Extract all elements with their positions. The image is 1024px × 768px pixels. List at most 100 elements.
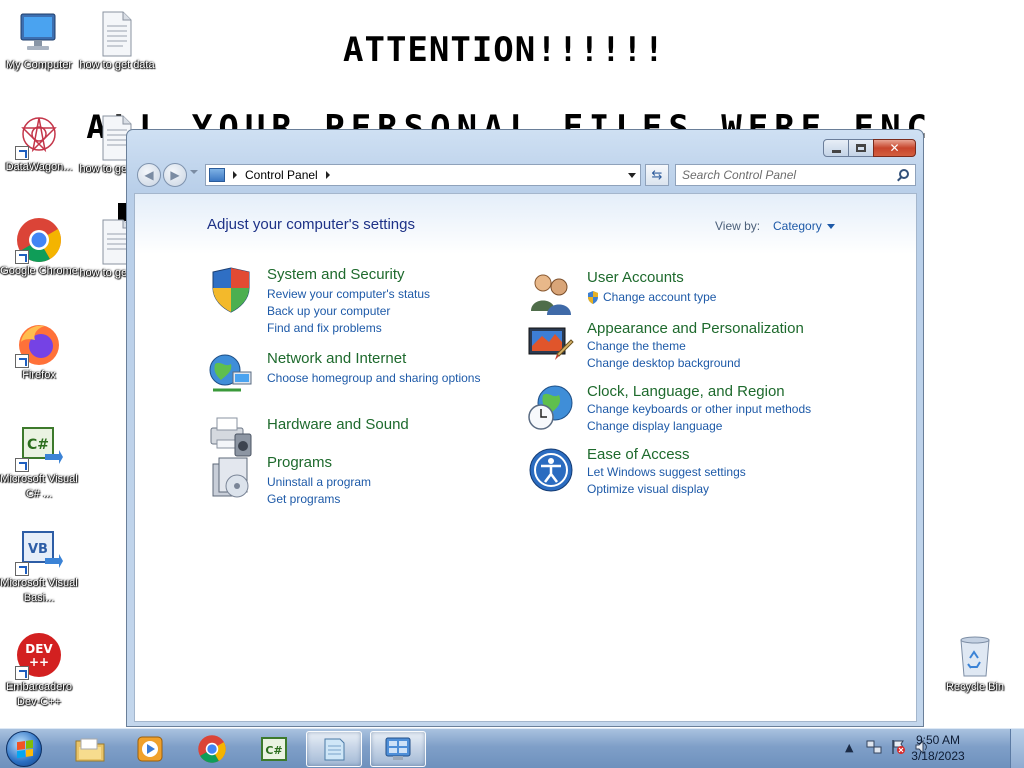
clock-date: 3/18/2023 <box>911 749 965 763</box>
wallpaper-title: ATTENTION!!!!!! <box>343 30 666 70</box>
address-bar[interactable]: Control Panel <box>205 164 641 186</box>
desktop-icon-label: Microsoft Visual Basi... <box>0 577 78 604</box>
category-title[interactable]: Programs <box>267 454 332 471</box>
desktop-icon-label: Microsoft Visual C# ... <box>0 473 78 500</box>
taskbar-notepad[interactable] <box>306 731 362 767</box>
caption-buttons: ✕ <box>823 139 916 157</box>
search-input[interactable] <box>676 165 886 185</box>
desktop-icon-label: Firefox <box>22 369 56 381</box>
shortcut-arrow-icon <box>15 250 29 264</box>
breadcrumb-arrow-icon[interactable] <box>325 171 330 179</box>
link-homegroup[interactable]: Choose homegroup and sharing options <box>267 371 480 385</box>
back-button[interactable]: ◀ <box>137 163 161 187</box>
clock-globe-icon <box>527 383 575 431</box>
category-title[interactable]: Ease of Access <box>587 446 690 463</box>
link-find-fix-problems[interactable]: Find and fix problems <box>267 321 382 335</box>
desktop-icon-dev-cpp[interactable]: DEV ++ Embarcadero Dev-C++ <box>0 632 78 710</box>
link-change-theme[interactable]: Change the theme <box>587 339 686 353</box>
link-review-status[interactable]: Review your computer's status <box>267 287 430 301</box>
category-title[interactable]: Clock, Language, and Region <box>587 383 785 400</box>
category-title[interactable]: User Accounts <box>587 269 684 286</box>
maximize-icon <box>856 144 866 152</box>
maximize-button[interactable] <box>848 139 874 157</box>
recycle-bin-icon <box>951 632 999 680</box>
control-panel-window[interactable]: ✕ ◀ ▶ Control Panel ⇆ Adjust your comput… <box>126 129 924 727</box>
network-tray-icon[interactable] <box>866 739 882 755</box>
desktop-icon-visual-basic[interactable]: VB Microsoft Visual Basi... <box>0 528 78 606</box>
category-appearance: Appearance and Personalization Change th… <box>527 320 847 375</box>
svg-text:C#: C# <box>265 744 282 757</box>
recent-pages-dropdown[interactable] <box>190 170 198 174</box>
close-icon: ✕ <box>889 141 900 155</box>
link-let-windows-suggest[interactable]: Let Windows suggest settings <box>587 465 746 479</box>
category-title[interactable]: Appearance and Personalization <box>587 320 804 337</box>
show-hidden-icons-button[interactable]: ▲ <box>845 741 853 754</box>
svg-text:VB: VB <box>28 542 48 557</box>
visual-basic-icon: VB <box>15 528 63 576</box>
link-change-keyboards[interactable]: Change keyboards or other input methods <box>587 402 811 416</box>
taskbar-control-panel[interactable] <box>370 731 426 767</box>
address-dropdown-icon[interactable] <box>628 173 636 178</box>
back-arrow-icon: ◀ <box>144 168 154 182</box>
desktop-icon-google-chrome[interactable]: Google Chrome <box>0 216 78 279</box>
category-title[interactable]: Network and Internet <box>267 350 406 367</box>
close-button[interactable]: ✕ <box>873 139 916 157</box>
control-panel-icon <box>385 737 411 760</box>
breadcrumb-arrow-icon[interactable] <box>233 171 237 179</box>
link-back-up[interactable]: Back up your computer <box>267 304 390 318</box>
link-optimize-visual-display[interactable]: Optimize visual display <box>587 482 709 496</box>
taskbar-chrome[interactable] <box>184 731 240 767</box>
taskbar-visual-csharp[interactable]: C# <box>246 731 302 767</box>
category-hardware-and-sound: Hardware and Sound <box>207 410 507 460</box>
forward-button[interactable]: ▶ <box>163 163 187 187</box>
minimize-icon <box>831 149 841 153</box>
taskbar-windows-explorer[interactable] <box>62 731 118 767</box>
link-change-display-language[interactable]: Change display language <box>587 419 722 433</box>
svg-text:++: ++ <box>29 655 49 669</box>
shortcut-arrow-icon <box>15 562 29 576</box>
desktop-icon-datawagon[interactable]: DataWagon... <box>0 112 78 175</box>
category-title[interactable]: Hardware and Sound <box>267 416 409 433</box>
desktop-icon-recycle-bin[interactable]: Recycle Bin <box>936 632 1014 695</box>
shortcut-arrow-icon <box>15 458 29 472</box>
taskbar: C# ▲ 9:50 AM 3/18/2023 <box>0 728 1024 768</box>
chrome-icon <box>15 216 63 264</box>
devcpp-icon: DEV ++ <box>15 632 63 680</box>
page-title: Adjust your computer's settings <box>207 216 415 233</box>
folder-icon <box>75 738 105 762</box>
link-uninstall-program[interactable]: Uninstall a program <box>267 475 371 489</box>
chevron-down-icon[interactable] <box>827 224 835 229</box>
taskbar-media-player[interactable] <box>122 731 178 767</box>
shortcut-arrow-icon <box>15 146 29 160</box>
svg-text:DEV: DEV <box>25 642 53 656</box>
media-player-icon <box>137 736 163 762</box>
search-box[interactable] <box>675 164 916 186</box>
link-change-account-type[interactable]: Change account type <box>603 290 716 304</box>
desktop-icon-how-to-get-data-1[interactable]: how to get data <box>78 10 156 73</box>
programs-icon <box>207 454 255 502</box>
minimize-button[interactable] <box>823 139 849 157</box>
system-clock[interactable]: 9:50 AM 3/18/2023 <box>908 732 968 764</box>
control-panel-icon <box>209 168 225 182</box>
refresh-button[interactable]: ⇆ <box>645 164 669 186</box>
computer-icon <box>15 10 63 58</box>
category-clock-language-region: Clock, Language, and Region Change keybo… <box>527 383 867 438</box>
desktop-icon-my-computer[interactable]: My Computer <box>0 10 78 73</box>
show-desktop-button[interactable] <box>1010 729 1024 768</box>
desktop-icon-visual-csharp[interactable]: C# Microsoft Visual C# ... <box>0 424 78 502</box>
content-area: Adjust your computer's settings View by:… <box>134 193 917 722</box>
text-file-icon <box>93 10 141 58</box>
breadcrumb-control-panel[interactable]: Control Panel <box>245 168 318 182</box>
view-by-dropdown[interactable]: Category <box>773 219 822 233</box>
search-icon[interactable] <box>899 169 909 179</box>
action-center-flag-icon[interactable] <box>890 739 906 755</box>
visual-csharp-icon: C# <box>15 424 63 472</box>
datawagon-icon <box>15 112 63 160</box>
link-change-desktop-background[interactable]: Change desktop background <box>587 356 740 370</box>
network-globe-icon <box>207 350 255 398</box>
category-title[interactable]: System and Security <box>267 266 405 283</box>
link-get-programs[interactable]: Get programs <box>267 492 340 506</box>
desktop-icon-firefox[interactable]: Firefox <box>0 320 78 383</box>
start-button[interactable] <box>6 731 42 767</box>
clock-time: 9:50 AM <box>915 733 961 747</box>
